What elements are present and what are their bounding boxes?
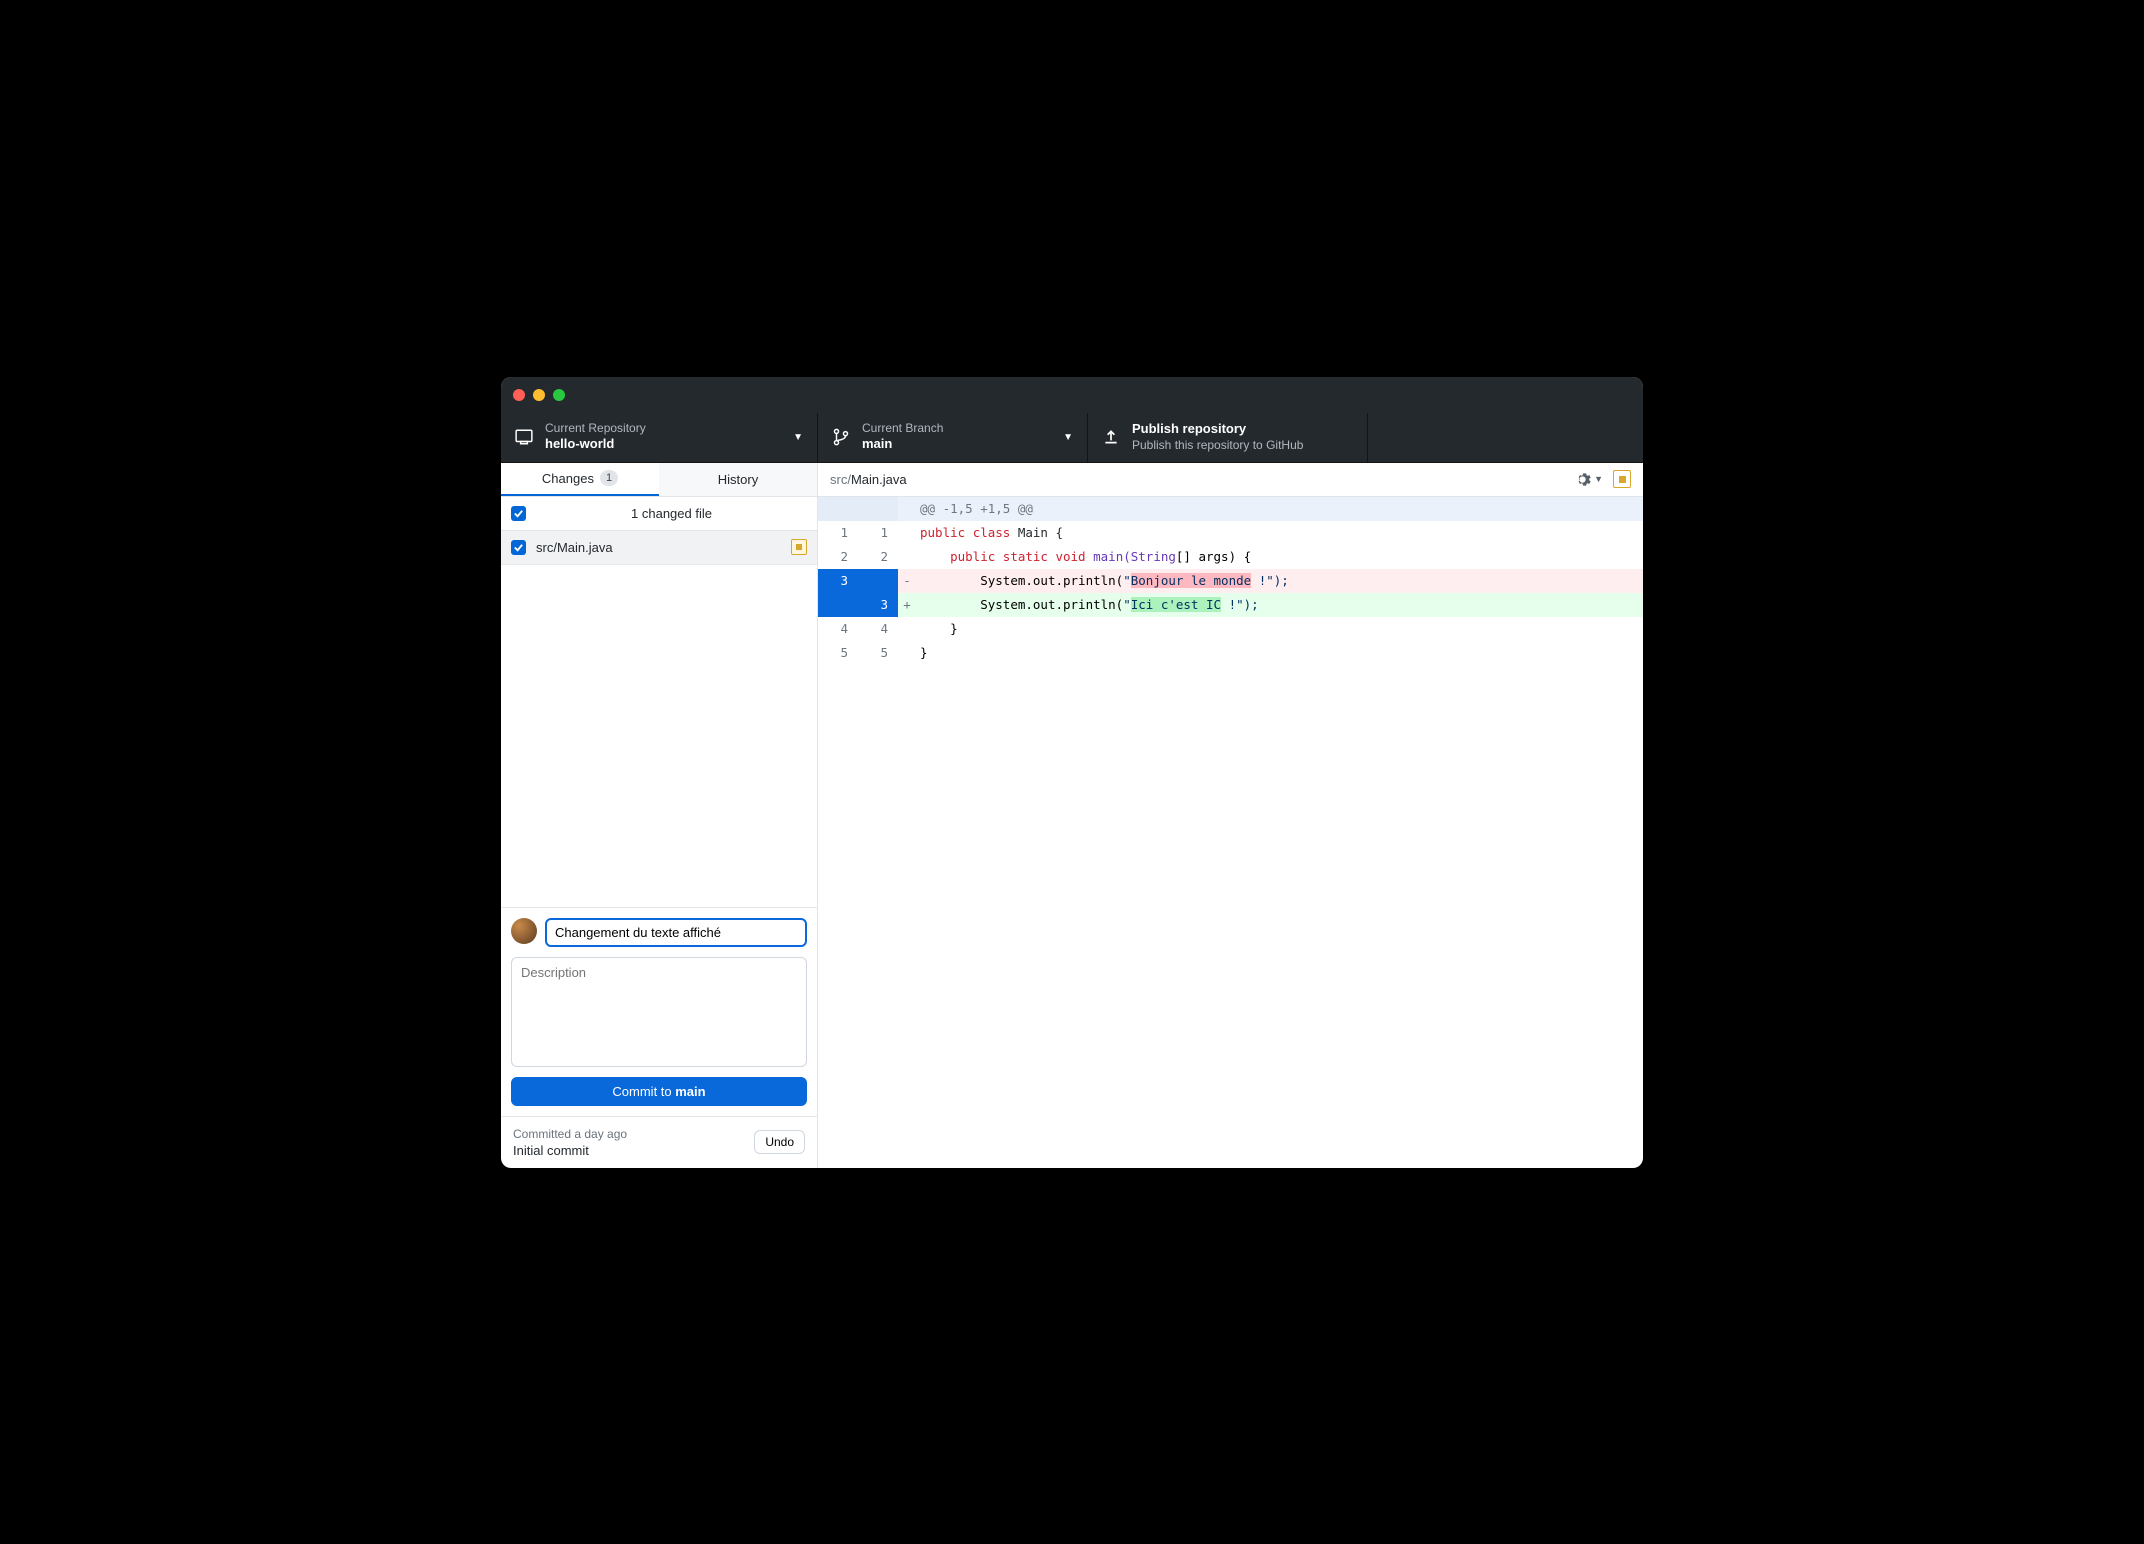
file-checkbox[interactable] [511, 540, 526, 555]
commit-summary-input[interactable] [545, 918, 807, 947]
titlebar [501, 377, 1643, 413]
file-row[interactable]: src/Main.java [501, 531, 817, 565]
diff-line[interactable]: 44 } [818, 617, 1643, 641]
modified-icon [1613, 470, 1631, 488]
diff-line-added[interactable]: 3+ System.out.println("Ici c'est IC !"); [818, 593, 1643, 617]
changes-header-text: 1 changed file [536, 506, 807, 521]
changes-count-badge: 1 [600, 470, 618, 486]
commit-description-input[interactable] [511, 957, 807, 1067]
publish-subtitle: Publish this repository to GitHub [1132, 438, 1303, 453]
sidebar: Changes 1 History 1 changed file src/Mai… [501, 463, 818, 1168]
tab-label: Changes [542, 471, 594, 486]
repo-selector[interactable]: Current Repository hello-world ▼ [501, 413, 818, 462]
diff-pane: src/Main.java ▼ @@ -1,5 +1,5 @@ 11 publi… [818, 463, 1643, 1168]
maximize-window-button[interactable] [553, 389, 565, 401]
close-window-button[interactable] [513, 389, 525, 401]
tab-label: History [718, 472, 758, 487]
diff-settings-button[interactable]: ▼ [1574, 471, 1603, 488]
branch-selector[interactable]: Current Branch main ▼ [818, 413, 1088, 462]
file-path: src/Main.java [536, 540, 781, 555]
diff-line-deleted[interactable]: 3- System.out.println("Bonjour le monde … [818, 569, 1643, 593]
commit-button-prefix: Commit to [612, 1084, 675, 1099]
branch-icon [832, 428, 850, 446]
branch-label: Current Branch [862, 421, 943, 436]
repo-icon [515, 428, 533, 446]
modified-icon [791, 539, 807, 555]
commit-button[interactable]: Commit to main [511, 1077, 807, 1106]
diff-hunk-header: @@ -1,5 +1,5 @@ [818, 497, 1643, 521]
diff-line[interactable]: 22 public static void main(String[] args… [818, 545, 1643, 569]
avatar [511, 918, 537, 944]
tab-changes[interactable]: Changes 1 [501, 463, 659, 496]
upload-icon [1102, 428, 1120, 446]
diff-line[interactable]: 11 public class Main { [818, 521, 1643, 545]
last-commit-row: Committed a day ago Initial commit Undo [501, 1116, 817, 1168]
last-commit-time: Committed a day ago [513, 1127, 627, 1141]
minimize-window-button[interactable] [533, 389, 545, 401]
diff-file-path: src/Main.java [830, 472, 1564, 487]
chevron-down-icon: ▼ [793, 432, 803, 443]
repo-value: hello-world [545, 436, 646, 452]
diff-body[interactable]: @@ -1,5 +1,5 @@ 11 public class Main { 2… [818, 497, 1643, 665]
app-window: Current Repository hello-world ▼ Current… [501, 377, 1643, 1168]
chevron-down-icon: ▼ [1594, 474, 1603, 484]
branch-value: main [862, 436, 943, 452]
publish-title: Publish repository [1132, 421, 1303, 437]
diff-header: src/Main.java ▼ [818, 463, 1643, 497]
repo-label: Current Repository [545, 421, 646, 436]
changes-header: 1 changed file [501, 497, 817, 531]
commit-button-branch: main [675, 1084, 705, 1099]
select-all-checkbox[interactable] [511, 506, 526, 521]
last-commit-message: Initial commit [513, 1143, 627, 1158]
diff-line[interactable]: 55 } [818, 641, 1643, 665]
undo-button[interactable]: Undo [754, 1130, 805, 1154]
tab-history[interactable]: History [659, 463, 817, 496]
publish-button[interactable]: Publish repository Publish this reposito… [1088, 413, 1368, 462]
chevron-down-icon: ▼ [1063, 432, 1073, 443]
toolbar: Current Repository hello-world ▼ Current… [501, 413, 1643, 463]
sidebar-tabs: Changes 1 History [501, 463, 817, 497]
window-controls [513, 389, 565, 401]
commit-form: Commit to main [501, 907, 817, 1116]
